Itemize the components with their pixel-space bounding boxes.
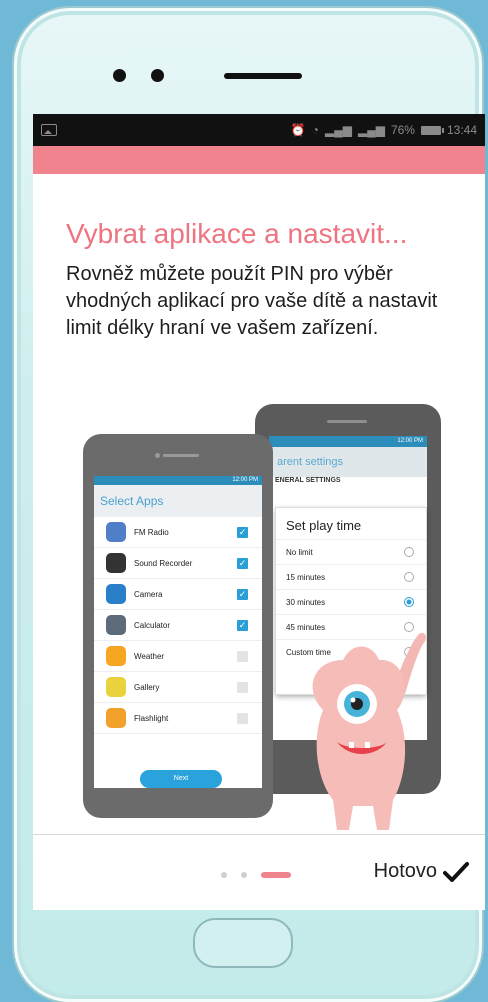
radio-icon — [404, 572, 414, 582]
radio-icon — [404, 547, 414, 557]
checkbox-icon — [237, 712, 248, 724]
camera-dot — [151, 69, 164, 82]
app-name: Gallery — [134, 682, 160, 692]
page-description: Rovněž můžete použít PIN pro výběr vhodn… — [66, 263, 438, 339]
app-name: Flashlight — [134, 713, 169, 723]
mini-header: arent settings — [269, 447, 427, 477]
dialog-title: Set play time — [286, 518, 362, 533]
app-icon — [106, 584, 126, 604]
mini-status-bar: 12:00 PM — [94, 476, 262, 485]
checkbox-icon — [237, 650, 248, 662]
app-name: Weather — [134, 651, 165, 661]
app-row: Weather — [94, 641, 262, 672]
done-button[interactable]: Hotovo — [374, 860, 469, 883]
option-row: 30 minutes — [276, 589, 426, 614]
illustration: 12:00 PM arent settings ENERAL SETTINGS … — [83, 404, 463, 844]
app-name: Camera — [134, 589, 163, 599]
app-icon — [106, 615, 126, 635]
app-row: FM Radio ✓ — [94, 517, 262, 548]
app-list: FM Radio ✓ Sound Recorder ✓ Camera ✓ Calculato… — [94, 517, 262, 734]
speaker — [327, 420, 367, 423]
mini-header: Select Apps — [94, 485, 262, 517]
signal-icon: ▂▄▆ — [325, 123, 352, 137]
app-name: FM Radio — [134, 527, 169, 537]
checkbox-checked-icon: ✓ — [237, 619, 248, 631]
app-row: Camera ✓ — [94, 579, 262, 610]
signal2-icon: ▂▄▆ — [357, 123, 385, 137]
app-row: Flashlight — [94, 703, 262, 734]
page-dot — [221, 872, 227, 878]
mini-status-bar: 12:00 PM — [269, 436, 427, 447]
camera-dot — [155, 453, 160, 458]
earpiece-speaker — [224, 73, 302, 79]
home-button[interactable] — [193, 918, 293, 968]
app-name: Calculator — [134, 620, 171, 630]
battery-percent: 76% — [390, 123, 415, 137]
app-bar — [33, 146, 485, 174]
page-title: Vybrat aplikace a nastavit... — [66, 218, 408, 249]
page-indicator — [221, 872, 291, 878]
checkbox-checked-icon: ✓ — [237, 588, 248, 600]
speaker — [163, 454, 199, 457]
checkbox-icon — [237, 681, 248, 693]
battery-icon — [420, 125, 444, 135]
image-icon — [41, 124, 57, 136]
done-label: Hotovo — [373, 860, 437, 882]
sensor-dot — [113, 69, 126, 82]
option-row: No limit — [276, 539, 426, 564]
front-phone-illustration: 12:00 PM Select Apps FM Radio ✓ Sound Reco… — [83, 434, 273, 818]
mini-subheader: ENERAL SETTINGS — [275, 477, 341, 484]
app-row: Sound Recorder ✓ — [94, 548, 262, 579]
option-row: 15 minutes — [276, 564, 426, 589]
app-icon — [106, 522, 126, 542]
front-phone-screen: 12:00 PM Select Apps FM Radio ✓ Sound Reco… — [94, 476, 262, 788]
checkmark-icon — [443, 861, 469, 882]
screen: ⏰ ◔ ▂▄▆ ▂▄▆ 76% 13:44 Vybrat aplikace a … — [33, 114, 485, 910]
app-name: Sound Recorder — [134, 558, 193, 568]
checkbox-checked-icon: ✓ — [237, 557, 248, 569]
app-row: Gallery — [94, 672, 262, 703]
app-row: Calculator ✓ — [94, 610, 262, 641]
monster-mascot — [312, 632, 426, 830]
clock: 13:44 — [446, 123, 477, 137]
app-icon — [106, 708, 126, 728]
next-button-illustration: Next — [140, 770, 222, 788]
footer-divider — [33, 834, 485, 835]
checkbox-checked-icon: ✓ — [237, 526, 248, 538]
alarm-icon: ⏰ — [290, 123, 306, 137]
page-dot — [241, 872, 247, 878]
status-bar: ⏰ ◔ ▂▄▆ ▂▄▆ 76% 13:44 — [33, 114, 485, 146]
radio-selected-icon — [404, 597, 414, 607]
app-icon — [106, 677, 126, 697]
wifi-icon: ◔ — [311, 123, 319, 137]
app-icon — [106, 553, 126, 573]
page-dot-active — [261, 872, 291, 878]
app-icon — [106, 646, 126, 666]
